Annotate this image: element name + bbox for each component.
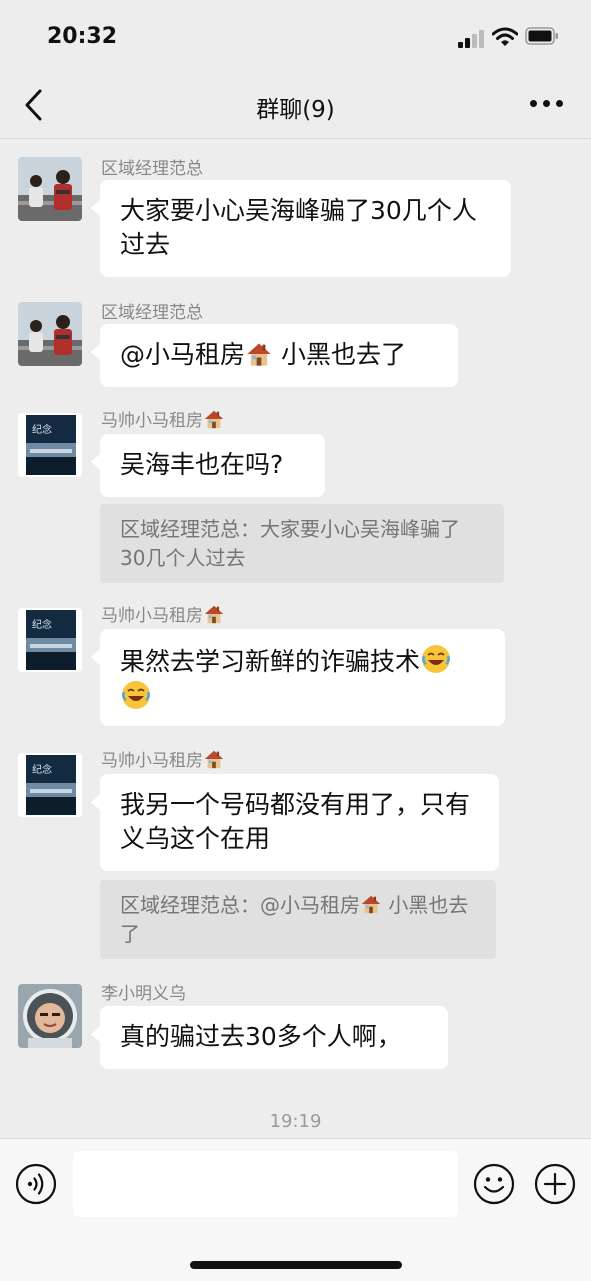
avatar-lixiaoming[interactable] <box>18 984 82 1048</box>
message-bubble[interactable]: 吴海丰也在吗? <box>91 434 325 497</box>
message-text: 果然去学习新鲜的诈骗技术 <box>120 647 421 676</box>
message-input[interactable] <box>73 1151 458 1217</box>
house-emoji-icon <box>203 748 225 770</box>
sender-name: 马帅小马租房 <box>101 601 225 626</box>
house-emoji-icon <box>360 893 382 915</box>
quoted-message[interactable]: 区域经理范总：@小马租房 小黑也去了 <box>100 880 496 959</box>
avatar-fan[interactable] <box>18 157 82 221</box>
home-indicator[interactable] <box>190 1261 402 1269</box>
sender-name: 区域经理范总 <box>101 303 203 323</box>
avatar-maxiaoma[interactable]: 纪念 <box>18 413 82 477</box>
sender-name: 马帅小马租房 <box>101 746 225 771</box>
status-time: 20:32 <box>47 24 118 49</box>
message-text: @小马租房 <box>120 340 246 369</box>
sender-name: 李小明义乌 <box>101 984 186 1004</box>
nav-bar: 群聊(9) <box>0 72 591 139</box>
avatar-maxiaoma[interactable]: 纪念 <box>18 608 82 672</box>
house-emoji-icon <box>203 603 225 625</box>
house-emoji-icon <box>245 340 273 368</box>
laughing-crying-emoji-icon <box>120 679 152 711</box>
message-bubble[interactable]: @小马租房 小黑也去了 <box>91 324 458 387</box>
svg-text:纪念: 纪念 <box>32 423 52 436</box>
message-bubble[interactable]: 果然去学习新鲜的诈骗技术 <box>91 629 505 726</box>
input-bar <box>0 1138 591 1281</box>
message-text: 小黑也去了 <box>273 340 406 369</box>
sender-name: 区域经理范总 <box>101 159 203 179</box>
chat-area[interactable]: 区域经理范总 大家要小心吴海峰骗了30几个人过去 区域经理范总 @小马租房 小黑… <box>0 139 591 1137</box>
message-bubble[interactable]: 大家要小心吴海峰骗了30几个人过去 <box>91 180 511 277</box>
more-options-icon[interactable] <box>530 100 564 110</box>
timestamp: 19:19 <box>269 1111 322 1132</box>
house-emoji-icon <box>203 408 225 430</box>
emoji-icon[interactable] <box>473 1163 515 1205</box>
avatar-fan[interactable] <box>18 302 82 366</box>
plus-icon[interactable] <box>534 1163 576 1205</box>
wifi-icon <box>492 27 518 46</box>
svg-text:纪念: 纪念 <box>32 763 52 776</box>
avatar-maxiaoma[interactable]: 纪念 <box>18 753 82 817</box>
cellular-signal-icon <box>458 28 488 48</box>
svg-text:纪念: 纪念 <box>32 618 52 631</box>
sender-name: 马帅小马租房 <box>101 406 225 431</box>
voice-input-icon[interactable] <box>15 1163 57 1205</box>
quoted-message[interactable]: 区域经理范总：大家要小心吴海峰骗了30几个人过去 <box>100 504 504 583</box>
message-bubble[interactable]: 真的骗过去30多个人啊， <box>91 1006 448 1069</box>
laughing-crying-emoji-icon <box>420 643 452 675</box>
battery-icon <box>525 27 558 45</box>
message-bubble[interactable]: 我另一个号码都没有用了，只有义乌这个在用 <box>91 774 499 871</box>
chat-title: 群聊(9) <box>256 97 335 123</box>
status-bar: 20:32 <box>0 0 591 72</box>
